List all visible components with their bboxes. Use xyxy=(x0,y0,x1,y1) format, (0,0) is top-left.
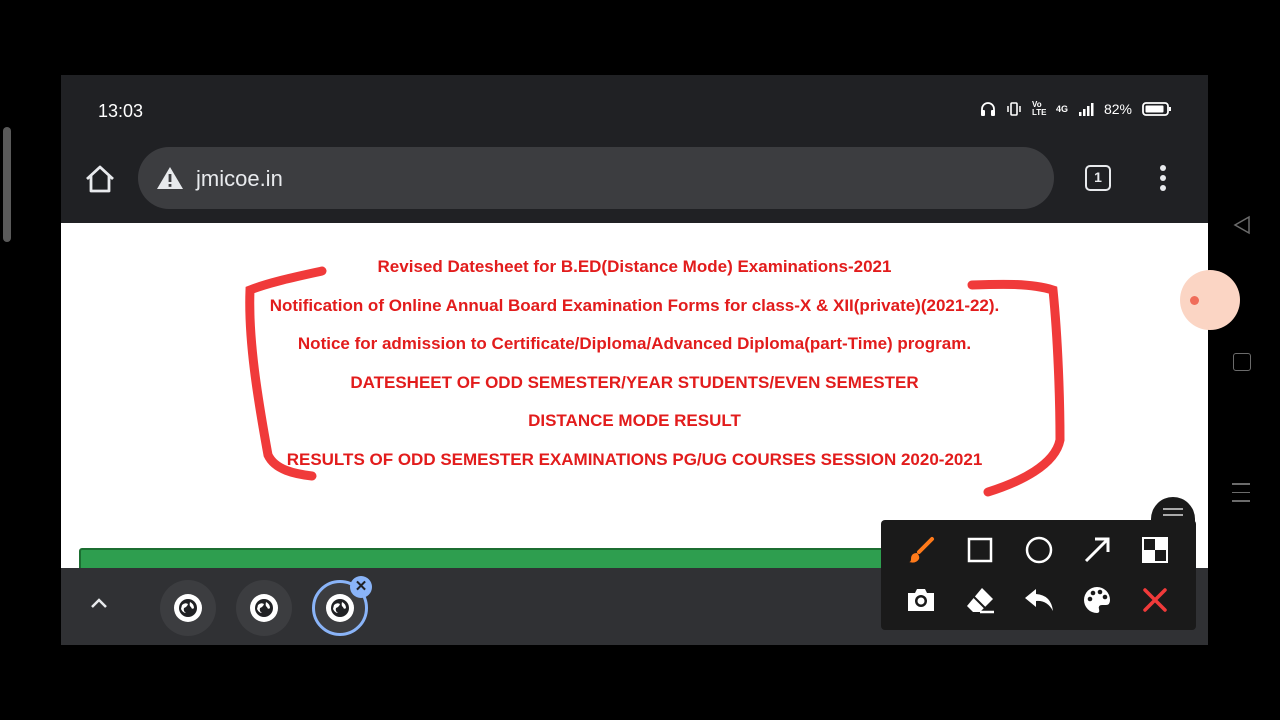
battery-percent: 82% xyxy=(1103,101,1132,117)
battery-icon xyxy=(1142,102,1171,116)
chevron-up-icon[interactable] xyxy=(89,596,109,610)
globe-icon xyxy=(174,594,202,622)
browser-toolbar: jmicoe.in 1 xyxy=(61,145,1208,223)
camera-icon[interactable] xyxy=(903,582,939,618)
floating-bubble[interactable] xyxy=(1180,270,1240,330)
arrow-icon[interactable] xyxy=(1079,532,1115,568)
record-dot-icon xyxy=(1190,296,1199,305)
mosaic-icon[interactable] xyxy=(1137,532,1173,568)
home-icon xyxy=(86,165,114,193)
warning-icon[interactable] xyxy=(156,165,184,191)
address-bar[interactable]: jmicoe.in xyxy=(138,147,1054,209)
undo-icon[interactable] xyxy=(1021,582,1057,618)
status-icons: Vo LTE 4G 82% xyxy=(980,101,1172,117)
palette-icon[interactable] xyxy=(1079,582,1115,618)
close-icon[interactable] xyxy=(1137,582,1173,618)
signal-icon xyxy=(1078,103,1094,116)
notice-link[interactable]: Revised Datesheet for B.ED(Distance Mode… xyxy=(61,256,1208,295)
close-tab-button[interactable]: ✕ xyxy=(350,576,372,598)
tab-thumbnail[interactable] xyxy=(160,580,216,636)
headphones-icon xyxy=(980,102,995,116)
notice-link[interactable]: Notice for admission to Certificate/Dipl… xyxy=(61,333,1208,372)
tab-switcher-button[interactable]: 1 xyxy=(1085,165,1111,191)
notice-link[interactable]: DISTANCE MODE RESULT xyxy=(61,410,1208,449)
more-menu-button[interactable] xyxy=(1153,163,1173,193)
home-nav-icon[interactable] xyxy=(1233,353,1251,371)
screen-edge-handle xyxy=(3,127,11,242)
network-label: 4G xyxy=(1055,104,1068,114)
notice-link[interactable]: DATESHEET OF ODD SEMESTER/YEAR STUDENTS/… xyxy=(61,372,1208,411)
square-icon[interactable] xyxy=(962,532,998,568)
home-button[interactable] xyxy=(83,162,117,196)
drawing-toolbar xyxy=(881,520,1196,630)
notice-link[interactable]: RESULTS OF ODD SEMESTER EXAMINATIONS PG/… xyxy=(61,449,1208,488)
globe-icon xyxy=(326,594,354,622)
volte-label: Vo LTE xyxy=(1031,100,1047,117)
back-icon[interactable] xyxy=(1232,215,1252,235)
circle-icon[interactable] xyxy=(1021,532,1057,568)
eraser-icon[interactable] xyxy=(962,582,998,618)
url-text[interactable]: jmicoe.in xyxy=(196,166,283,192)
recents-icon[interactable] xyxy=(1232,483,1250,509)
web-content: Revised Datesheet for B.ED(Distance Mode… xyxy=(61,223,1208,568)
globe-icon xyxy=(250,594,278,622)
system-nav-bar xyxy=(1208,75,1280,645)
vibrate-icon xyxy=(1007,102,1021,116)
brush-icon[interactable] xyxy=(903,532,939,568)
notice-link[interactable]: Notification of Online Annual Board Exam… xyxy=(61,295,1208,334)
status-time: 13:03 xyxy=(98,101,144,121)
notice-list: Revised Datesheet for B.ED(Distance Mode… xyxy=(61,256,1208,488)
status-bar: 13:03 Vo LTE 4G 82% xyxy=(61,75,1208,145)
tab-thumbnail[interactable] xyxy=(236,580,292,636)
